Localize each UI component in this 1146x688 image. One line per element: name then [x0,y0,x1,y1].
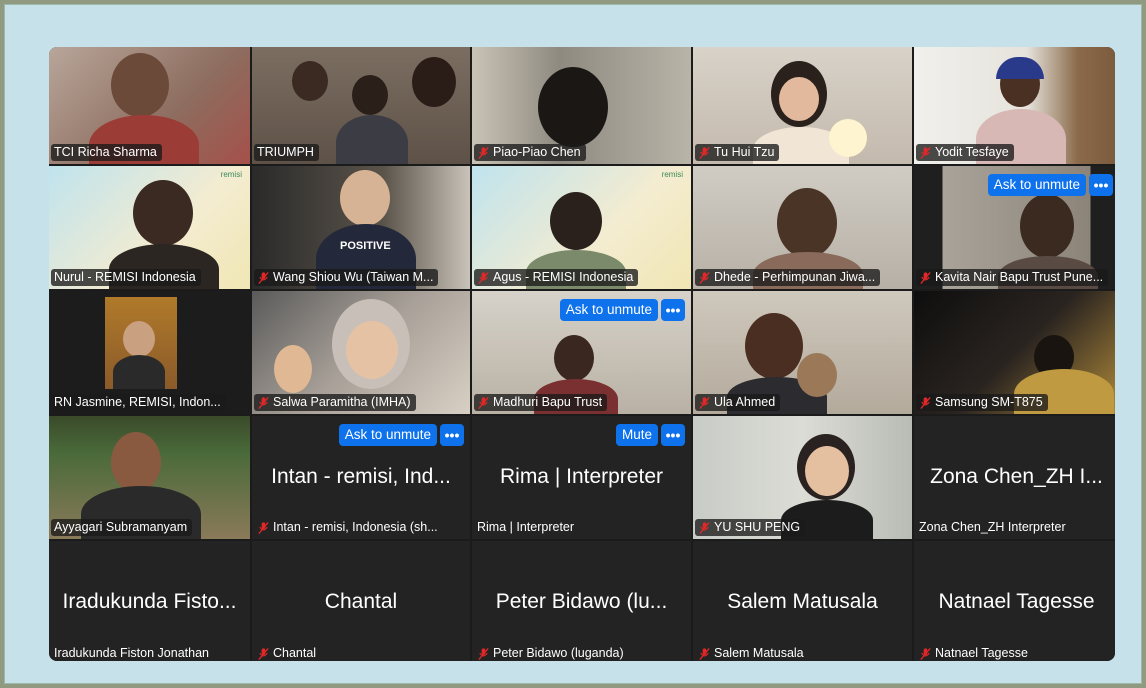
participant-name-tag: Samsung SM-T875 [916,394,1048,411]
participant-name-tag: Kavita Nair Bapu Trust Pune... [916,269,1109,286]
mic-muted-icon [699,647,710,660]
participant-name-tag: Iradukunda Fiston Jonathan [54,646,209,660]
mic-muted-icon [920,146,931,159]
more-options-button[interactable]: ••• [661,299,685,321]
participant-display-name: Salem Matusala [727,589,878,613]
video-tile[interactable]: Ula Ahmed [693,291,912,414]
audio-only-tile[interactable]: Ask to unmute ••• Intan - remisi, Ind...… [252,416,470,539]
participant-display-name: Peter Bidawo (lu... [495,589,668,613]
participant-name-tag: Dhede - Perhimpunan Jiwa... [695,269,881,286]
mic-muted-icon [478,146,489,159]
remisi-logo: remisi [220,170,242,179]
audio-only-tile[interactable]: Peter Bidawo (lu... Peter Bidawo (lugand… [472,541,691,661]
participant-name-tag: TRIUMPH [254,144,319,161]
ask-to-unmute-button[interactable]: Ask to unmute [338,424,437,446]
participant-name-tag: Piao-Piao Chen [474,144,586,161]
video-tile[interactable]: POSITIVE Wang Shiou Wu (Taiwan M... [252,166,470,289]
audio-only-tile[interactable]: Chantal Chantal [252,541,470,661]
video-tile[interactable]: Yodit Tesfaye [914,47,1115,164]
video-tile[interactable]: Piao-Piao Chen [472,47,691,164]
participant-name-tag: YU SHU PENG [695,519,806,536]
participant-name-tag: Agus - REMISI Indonesia [474,269,639,286]
participant-display-name: Intan - remisi, Ind... [271,464,451,488]
mic-muted-icon [699,396,710,409]
mic-muted-icon [478,271,489,284]
audio-only-tile[interactable]: Natnael Tagesse Natnael Tagesse [914,541,1115,661]
audio-only-tile[interactable]: Zona Chen_ZH I... Zona Chen_ZH Interpret… [914,416,1115,539]
participant-name-tag: Rima | Interpreter [477,520,575,534]
video-tile[interactable]: Dhede - Perhimpunan Jiwa... [693,166,912,289]
video-tile[interactable]: Ayyagari Subramanyam [49,416,250,539]
participant-name-tag: Ula Ahmed [695,394,781,411]
participant-name-tag: Salem Matusala [695,645,809,661]
video-tile[interactable]: remisi Agus - REMISI Indonesia [472,166,691,289]
participant-display-name: Natnael Tagesse [938,589,1095,613]
mic-muted-icon [258,271,269,284]
participant-name-tag: Wang Shiou Wu (Taiwan M... [254,269,439,286]
mic-muted-icon [699,521,710,534]
more-options-button[interactable]: ••• [1089,174,1113,196]
video-tile[interactable]: Samsung SM-T875 [914,291,1115,414]
more-options-button[interactable]: ••• [661,424,685,446]
mic-muted-icon [258,396,269,409]
video-tile[interactable]: TCI Richa Sharma [49,47,250,164]
participant-name-tag: Intan - remisi, Indonesia (sh... [254,519,443,536]
mic-muted-icon [920,647,931,660]
video-tile[interactable]: TRIUMPH [252,47,470,164]
ask-to-unmute-button[interactable]: Ask to unmute [987,174,1086,196]
audio-only-tile[interactable]: Iradukunda Fisto... Iradukunda Fiston Jo… [49,541,250,661]
video-tile[interactable]: Ask to unmute ••• Madhuri Bapu Trust [472,291,691,414]
participant-name-tag: Yodit Tesfaye [916,144,1014,161]
video-tile[interactable]: Salwa Paramitha (IMHA) [252,291,470,414]
audio-only-tile[interactable]: Salem Matusala Salem Matusala [693,541,912,661]
participant-name-tag: Natnael Tagesse [916,645,1033,661]
participant-name-tag: Ayyagari Subramanyam [51,519,193,536]
video-tile[interactable]: remisi Nurul - REMISI Indonesia [49,166,250,289]
participant-name-tag: Zona Chen_ZH Interpreter [919,520,1066,534]
shirt-text: POSITIVE [340,240,391,252]
app-window: TCI Richa Sharma TRIUMPH Piao-Piao Chen [4,4,1142,684]
participant-name-tag: TCI Richa Sharma [51,144,162,161]
gallery-grid: TCI Richa Sharma TRIUMPH Piao-Piao Chen [49,47,1115,661]
mic-muted-icon [258,647,269,660]
participant-display-name: Chantal [324,589,398,613]
participant-name-tag: Chantal [254,645,321,661]
participant-name-tag: RN Jasmine, REMISI, Indon... [51,394,226,411]
mic-muted-icon [258,521,269,534]
mic-muted-icon [699,271,710,284]
mic-muted-icon [920,396,931,409]
participant-name-tag: Peter Bidawo (luganda) [474,645,629,661]
video-tile[interactable]: RN Jasmine, REMISI, Indon... [49,291,250,414]
more-options-button[interactable]: ••• [440,424,464,446]
mic-muted-icon [920,271,931,284]
audio-only-tile[interactable]: Mute ••• Rima | Interpreter Rima | Inter… [472,416,691,539]
participant-display-name: Zona Chen_ZH I... [930,464,1103,488]
participant-name-tag: Nurul - REMISI Indonesia [51,269,201,286]
video-tile[interactable]: Ask to unmute ••• Kavita Nair Bapu Trust… [914,166,1115,289]
mic-muted-icon [478,396,489,409]
participant-name-tag: Tu Hui Tzu [695,144,780,161]
video-tile[interactable]: YU SHU PENG [693,416,912,539]
video-tile[interactable]: Tu Hui Tzu [693,47,912,164]
ask-to-unmute-button[interactable]: Ask to unmute [559,299,658,321]
participant-display-name: Iradukunda Fisto... [62,589,237,613]
mic-muted-icon [478,647,489,660]
participant-name-tag: Madhuri Bapu Trust [474,394,608,411]
mute-button[interactable]: Mute [615,424,658,446]
mic-muted-icon [699,146,710,159]
participant-display-name: Rima | Interpreter [499,464,663,488]
remisi-logo: remisi [661,170,683,179]
participant-name-tag: Salwa Paramitha (IMHA) [254,394,416,411]
